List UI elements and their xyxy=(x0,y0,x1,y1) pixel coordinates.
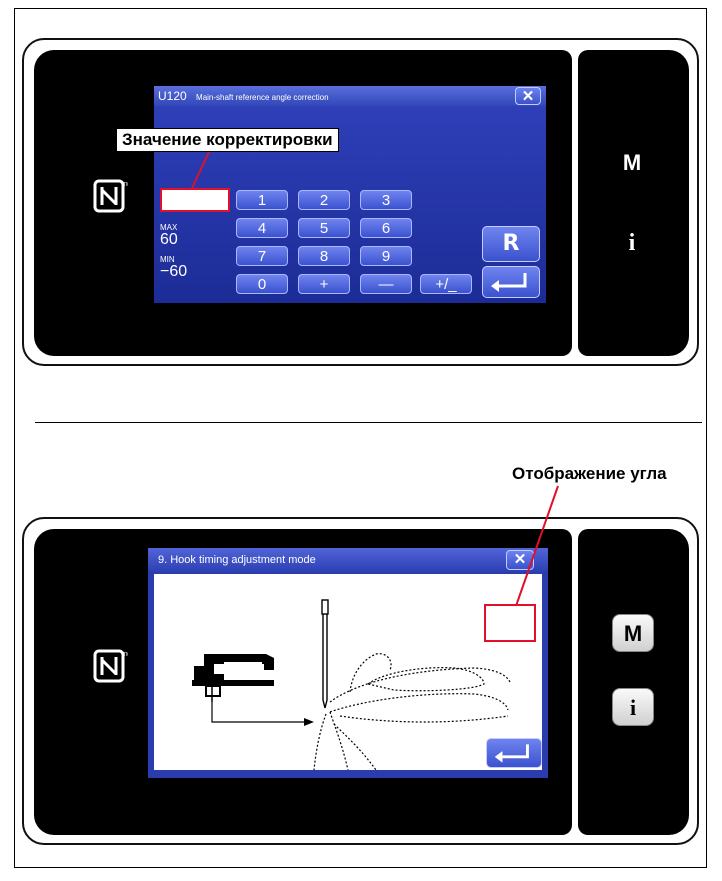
key-3[interactable]: 3 xyxy=(360,190,412,210)
dialog-title: 9. Hook timing adjustment mode xyxy=(158,554,316,566)
max-limit: MAX 60 xyxy=(160,224,178,248)
callout-line xyxy=(191,149,211,189)
angle-display-field xyxy=(484,604,536,642)
info-button[interactable]: i xyxy=(612,230,652,257)
key-1[interactable]: 1 xyxy=(236,190,288,210)
close-icon: ✕ xyxy=(521,88,535,105)
callout-line xyxy=(515,485,559,607)
key-8[interactable]: 8 xyxy=(298,246,350,266)
min-limit: MIN −60 xyxy=(160,256,187,280)
correction-value-field[interactable] xyxy=(160,188,230,212)
dialog-titlebar: 9. Hook timing adjustment mode xyxy=(148,548,548,572)
panel-side-area xyxy=(578,529,689,835)
key-sign-toggle[interactable]: +/_ xyxy=(420,274,472,294)
key-9[interactable]: 9 xyxy=(360,246,412,266)
enter-button[interactable] xyxy=(482,266,540,298)
angle-display-caption: Отображение угла xyxy=(512,464,667,483)
key-4[interactable]: 4 xyxy=(236,218,288,238)
key-6[interactable]: 6 xyxy=(360,218,412,238)
enter-button[interactable] xyxy=(486,738,542,768)
sewing-machine-icon xyxy=(192,654,274,702)
key-0[interactable]: 0 xyxy=(236,274,288,294)
nfc-icon: TM xyxy=(93,179,128,213)
panel-side-area xyxy=(578,50,689,356)
min-value: −60 xyxy=(160,263,188,280)
correction-value-callout: Значение корректировки xyxy=(116,128,339,152)
section-divider xyxy=(35,422,702,423)
dialog-titlebar: U120 Main-shaft reference angle correcti… xyxy=(154,86,546,106)
close-button[interactable]: ✕ xyxy=(515,87,541,105)
max-value: 60 xyxy=(160,231,178,248)
svg-text:TM: TM xyxy=(123,652,128,658)
enter-arrow-icon xyxy=(494,744,529,763)
enter-arrow-icon xyxy=(491,273,527,292)
dialog-title: Main-shaft reference angle correction xyxy=(196,93,329,102)
key-2[interactable]: 2 xyxy=(298,190,350,210)
nfc-icon: TM xyxy=(93,649,128,683)
reset-button[interactable]: R xyxy=(482,226,540,262)
info-button[interactable]: i xyxy=(612,688,654,726)
key-plus[interactable]: + xyxy=(298,274,350,294)
menu-button[interactable]: M xyxy=(612,150,652,176)
menu-button[interactable]: M xyxy=(612,614,654,652)
svg-text:TM: TM xyxy=(123,182,128,188)
dialog-code: U120 xyxy=(158,89,187,103)
key-5[interactable]: 5 xyxy=(298,218,350,238)
key-7[interactable]: 7 xyxy=(236,246,288,266)
key-minus[interactable]: — xyxy=(360,274,412,294)
